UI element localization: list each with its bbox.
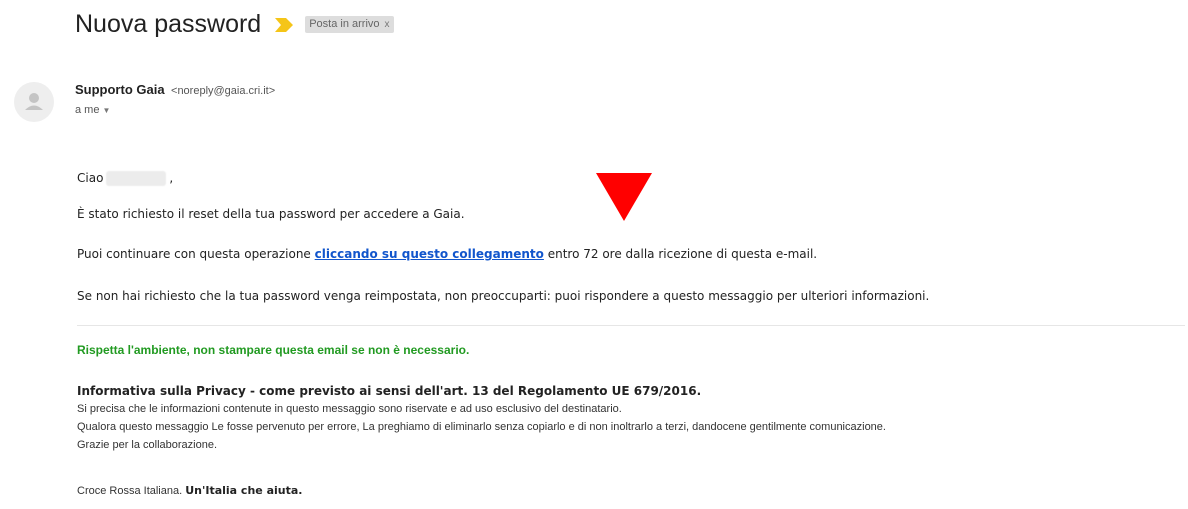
greeting-text: Ciao <box>77 171 104 185</box>
body-line-reset: È stato richiesto il reset della tua pas… <box>77 207 465 221</box>
important-marker-icon[interactable] <box>275 17 294 32</box>
sender-avatar[interactable] <box>14 82 54 122</box>
body-line-notice: Se non hai richiesto che la tua password… <box>77 289 930 303</box>
body-line-continue: Puoi continuare con questa operazione cl… <box>77 247 817 261</box>
continue-text-after: entro 72 ore dalla ricezione di questa e… <box>547 247 818 261</box>
recipient-label: a me <box>75 104 100 116</box>
remove-label-button[interactable]: x <box>385 19 390 30</box>
privacy-line-1: Si precisa che le informazioni contenute… <box>77 403 622 415</box>
default-avatar-icon <box>25 93 43 110</box>
reset-password-link[interactable]: cliccando su questo collegamento <box>315 247 544 261</box>
redacted-name <box>106 171 167 186</box>
footer-org: Croce Rossa Italiana. <box>77 485 183 497</box>
footer-slogan: Un'Italia che aiuta. <box>185 484 303 497</box>
privacy-heading: Informativa sulla Privacy - come previst… <box>77 384 702 398</box>
privacy-line-3: Grazie per la collaborazione. <box>77 439 218 451</box>
eco-note: Rispetta l'ambiente, non stampare questa… <box>77 343 470 357</box>
inbox-label-chip[interactable]: Posta in arrivo x <box>305 15 394 33</box>
sender-line: Supporto Gaia <noreply@gaia.cri.it> <box>75 81 275 99</box>
footer-line: Croce Rossa Italiana. Un'Italia che aiut… <box>77 484 302 497</box>
subject-row: Nuova password Posta in arrivo x <box>75 6 394 42</box>
email-subject: Nuova password <box>75 9 262 38</box>
inbox-label-text: Posta in arrivo <box>309 18 380 30</box>
signature-divider <box>77 325 1185 326</box>
continue-text-before: Puoi continuare con questa operazione <box>77 247 311 261</box>
greeting-comma: , <box>169 171 174 185</box>
greeting-line: Ciao, <box>77 171 173 186</box>
chevron-down-icon[interactable]: ▼ <box>102 106 110 115</box>
sender-email: <noreply@gaia.cri.it> <box>171 85 276 97</box>
recipient-details[interactable]: a me ▼ <box>75 104 110 116</box>
red-triangle-pointer-icon <box>596 173 652 225</box>
privacy-line-2: Qualora questo messaggio Le fosse perven… <box>77 421 886 433</box>
sender-name[interactable]: Supporto Gaia <box>75 82 165 97</box>
